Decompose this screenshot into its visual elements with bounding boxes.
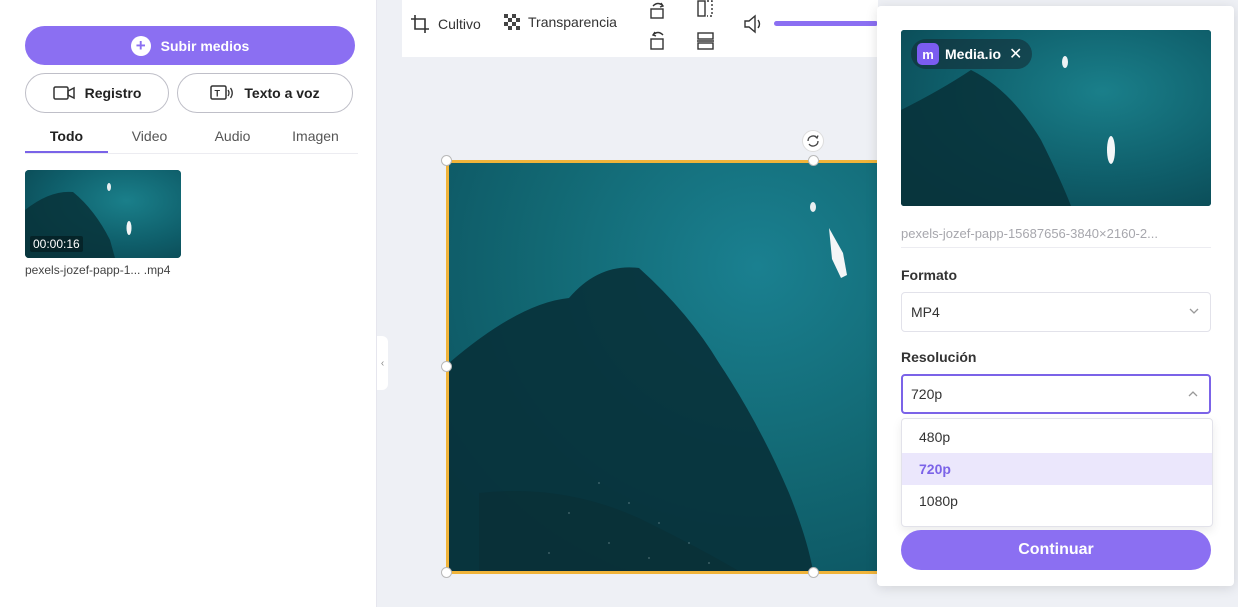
rotate-right-button[interactable] [648, 30, 668, 55]
duration-badge: 00:00:16 [30, 236, 83, 252]
text-to-speech-button[interactable]: T Texto a voz [177, 73, 353, 113]
rotate-left-button[interactable] [648, 1, 668, 24]
tab-all[interactable]: Todo [25, 124, 108, 153]
record-label: Registro [84, 85, 142, 101]
resolution-select[interactable]: 720p [901, 374, 1211, 414]
resolution-value: 720p [911, 386, 943, 402]
resize-handle-top-middle[interactable] [808, 155, 819, 166]
format-value: MP4 [911, 304, 940, 320]
media-filename: pexels-jozef-papp-1... .mp4 [25, 263, 171, 277]
checkerboard-icon [504, 14, 520, 30]
crop-icon [411, 15, 429, 33]
svg-text:T: T [215, 89, 221, 99]
transparency-label: Transparencia [528, 14, 617, 30]
camera-icon [52, 86, 75, 100]
chevron-down-icon [1189, 308, 1199, 314]
flip-vertical-icon [697, 32, 714, 50]
upload-media-label: Subir medios [160, 37, 250, 54]
volume-slider[interactable] [774, 21, 878, 26]
text-to-speech-label: Texto a voz [244, 85, 320, 101]
collapse-panel-button[interactable]: ‹ [377, 336, 388, 390]
refresh-icon [807, 135, 819, 147]
media-io-logo-icon: m [917, 43, 939, 65]
resize-handle-bottom-middle[interactable] [808, 567, 819, 578]
resize-handle-top-left[interactable] [441, 155, 452, 166]
continue-button[interactable]: Continuar [901, 530, 1211, 570]
media-filter-tabs: Todo Video Audio Imagen [25, 124, 358, 154]
export-panel: m Media.io ✕ pexels-jozef-papp-15687656-… [877, 6, 1234, 586]
tab-image[interactable]: Imagen [274, 124, 357, 153]
volume-button[interactable] [743, 14, 765, 39]
flip-horizontal-button[interactable] [696, 0, 716, 23]
close-icon[interactable]: ✕ [1009, 44, 1022, 64]
rotate-handle[interactable] [802, 130, 824, 152]
plus-icon: + [130, 35, 151, 56]
transparency-tool[interactable]: Transparencia [504, 14, 617, 30]
media-panel: + Subir medios Registro T Texto a voz To… [0, 0, 377, 607]
resolution-dropdown: 480p 720p 1080p [901, 418, 1213, 527]
speaker-icon [744, 14, 761, 34]
crop-tool[interactable]: Cultivo [410, 14, 481, 34]
record-button[interactable]: Registro [25, 73, 169, 113]
upload-media-button[interactable]: + Subir medios [25, 26, 355, 65]
chevron-up-icon [1188, 391, 1198, 397]
format-select[interactable]: MP4 [901, 292, 1211, 332]
rotate-left-icon [650, 2, 665, 19]
resize-handle-middle-left[interactable] [441, 361, 452, 372]
export-filename: pexels-jozef-papp-15687656-3840×2160-2..… [901, 226, 1211, 248]
media-thumbnail[interactable]: 00:00:16 [25, 170, 181, 258]
resolution-option-720p[interactable]: 720p [902, 453, 1212, 485]
flip-horizontal-icon [697, 0, 713, 17]
resize-handle-bottom-left[interactable] [441, 567, 452, 578]
resolution-option-1080p[interactable]: 1080p [902, 485, 1212, 517]
text-speech-icon: T [210, 85, 234, 100]
format-label: Formato [901, 267, 957, 283]
flip-vertical-button[interactable] [696, 31, 716, 56]
video-frame-image [449, 163, 883, 571]
edit-toolbar: Cultivo Transparencia [402, 0, 878, 57]
video-preview-frame[interactable] [446, 160, 886, 574]
tab-audio[interactable]: Audio [191, 124, 274, 153]
watermark-label: Media.io [945, 46, 1002, 62]
crop-label: Cultivo [438, 16, 481, 32]
watermark-badge: m Media.io ✕ [911, 39, 1033, 69]
resolution-label: Resolución [901, 349, 977, 365]
rotate-right-icon [650, 31, 664, 50]
chevron-left-icon: ‹ [380, 357, 385, 369]
resolution-option-480p[interactable]: 480p [902, 421, 1212, 453]
export-preview: m Media.io ✕ [901, 30, 1211, 206]
tab-video[interactable]: Video [108, 124, 191, 153]
